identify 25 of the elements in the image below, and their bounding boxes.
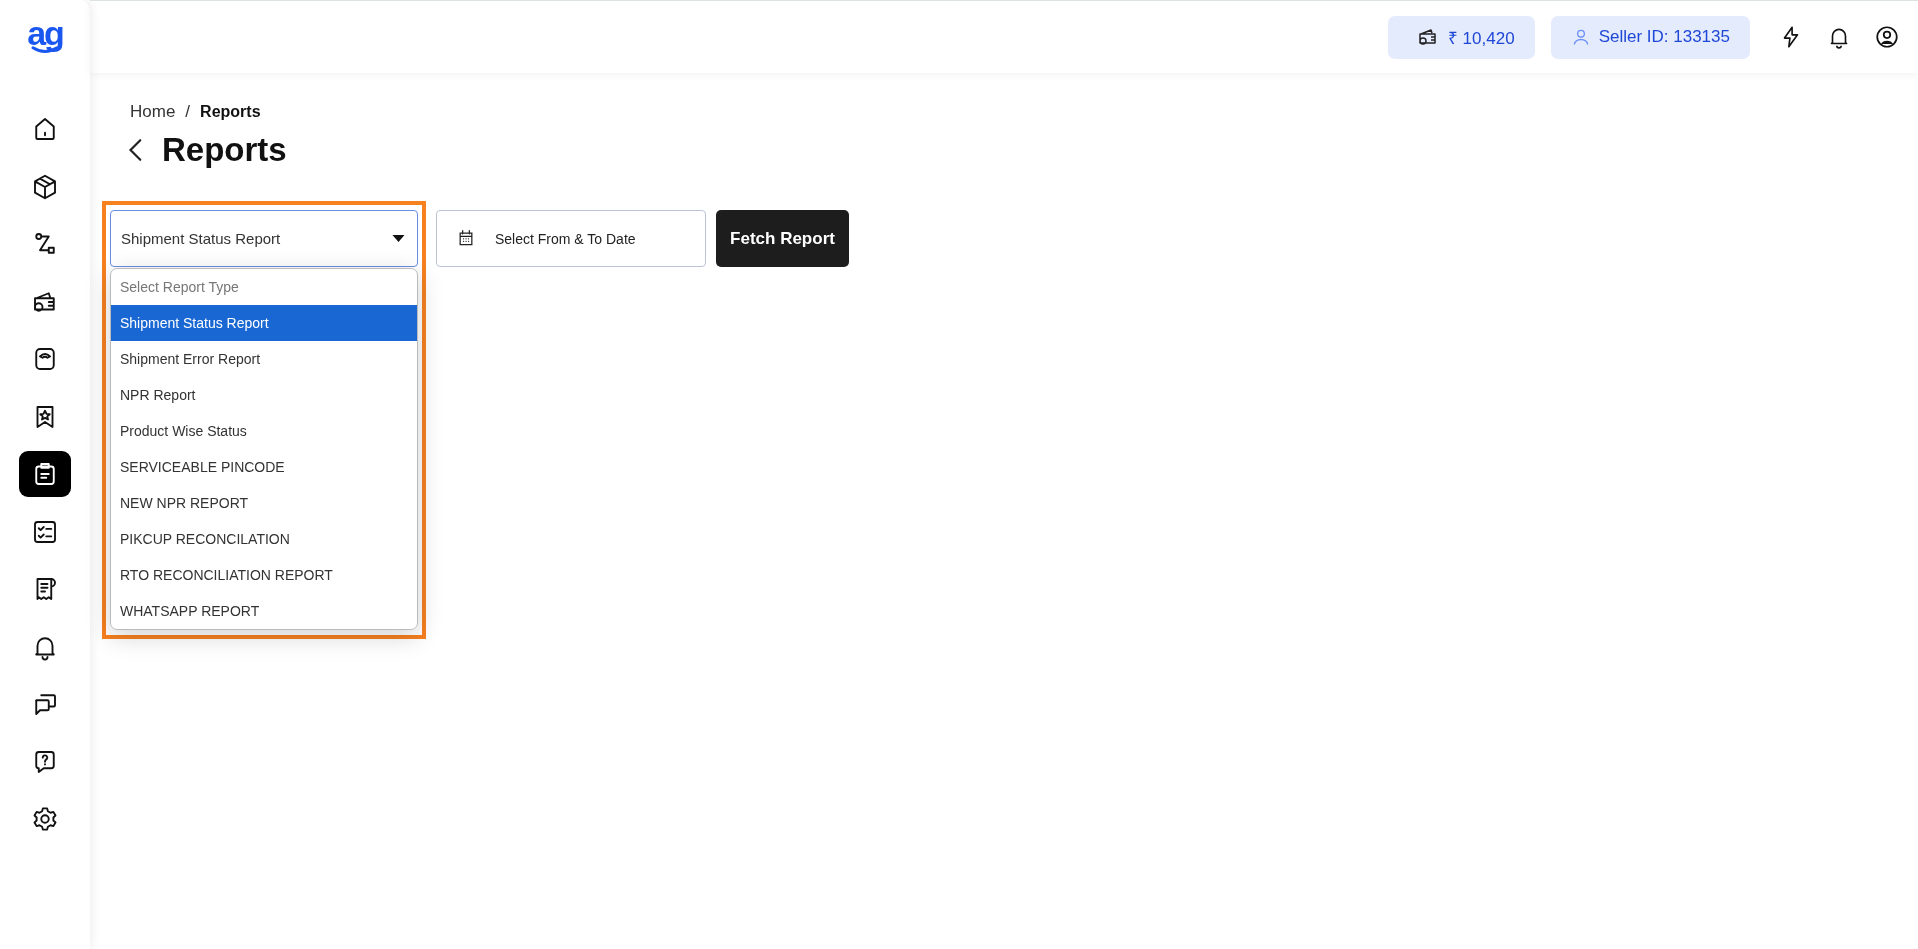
dropdown-option[interactable]: Product Wise Status [111, 413, 417, 449]
seller-id-chip[interactable]: Seller ID: 133135 [1550, 15, 1750, 59]
dropdown-placeholder[interactable]: Select Report Type [111, 269, 417, 305]
seller-id: Seller ID: 133135 [1598, 27, 1730, 47]
breadcrumb-current: Reports [200, 103, 261, 121]
dropdown-option[interactable]: PIKCUP RECONCILATION [111, 521, 417, 557]
page-title: Reports [162, 131, 287, 169]
dropdown-option[interactable]: SERVICEABLE PINCODE [111, 449, 417, 485]
breadcrumb-link[interactable]: Home [130, 102, 176, 122]
sidebar-item[interactable] [19, 451, 71, 497]
dropdown-option[interactable]: NPR Report [111, 377, 417, 413]
dropdown-option[interactable]: NEW NPR REPORT [111, 485, 417, 521]
report-type-select[interactable]: Shipment Status Report [110, 210, 418, 267]
dropdown-option[interactable]: Shipment Status Report [111, 305, 417, 341]
dropdown-option[interactable]: Shipment Error Report [111, 341, 417, 377]
logo[interactable]: ag [27, 20, 63, 54]
dropdown-option[interactable]: WHATSAPP REPORT [111, 593, 417, 629]
profile-icon[interactable] [1874, 24, 1900, 50]
date-range-field[interactable]: Select From & To Date [436, 210, 706, 267]
fetch-report-button[interactable]: Fetch Report [716, 210, 849, 267]
caret-icon [392, 234, 405, 243]
wallet-chip[interactable]: ₹ 10,420 [1387, 15, 1535, 59]
wallet-balance: ₹ 10,420 [1447, 27, 1515, 49]
breadcrumb-separator: / [185, 102, 191, 122]
dropdown-option[interactable]: RTO RECONCILIATION REPORT [111, 557, 417, 593]
